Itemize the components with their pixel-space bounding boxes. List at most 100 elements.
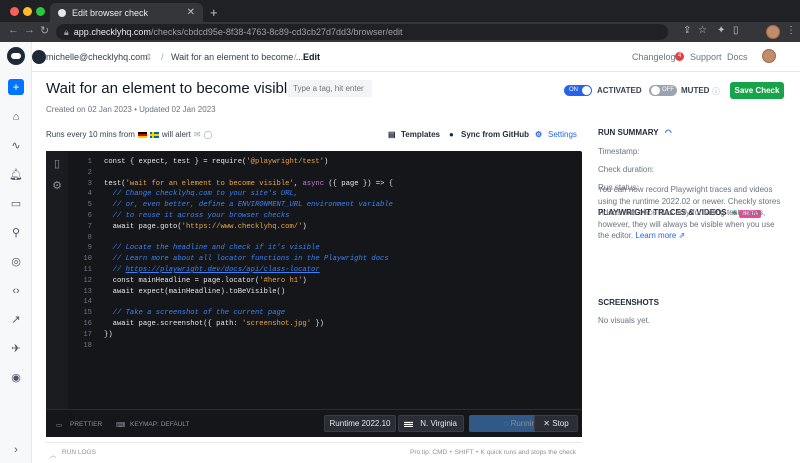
prettier-icon[interactable]: ▭ bbox=[56, 421, 62, 429]
docs-link[interactable]: Docs bbox=[727, 52, 748, 62]
run-schedule[interactable]: Runs every 10 mins from will alert ✉ ◯ bbox=[46, 130, 212, 139]
code-line[interactable]: 17}) bbox=[68, 330, 582, 341]
line-number: 10 bbox=[83, 255, 92, 264]
sync-github-button[interactable]: Sync from GitHub bbox=[461, 130, 529, 139]
code-line[interactable]: 9 // Locate the headline and check if it… bbox=[68, 243, 582, 254]
bell-icon[interactable]: 🔔︎ bbox=[8, 167, 24, 183]
settings-gear-icon[interactable]: ⚙ bbox=[535, 130, 542, 139]
code-token: '#hero h1' bbox=[259, 276, 303, 285]
extensions-icon[interactable]: ✦ bbox=[717, 25, 725, 36]
code-line[interactable]: 12 const mainHeadline = page.locator('#h… bbox=[68, 276, 582, 287]
rocket-icon[interactable]: ✈ bbox=[8, 341, 24, 357]
file-icon[interactable]: ▯ bbox=[51, 157, 63, 170]
bookmark-star-icon[interactable]: ☆ bbox=[698, 25, 707, 36]
maximize-window-dot[interactable] bbox=[36, 7, 45, 16]
changelog-link[interactable]: Changelog bbox=[632, 52, 676, 62]
code-line[interactable]: 7 await page.goto('https://www.checklyhq… bbox=[68, 222, 582, 233]
home-icon[interactable]: ⌂ bbox=[8, 109, 24, 125]
location-select[interactable]: N. Virginia bbox=[398, 415, 464, 432]
duration-label: Check duration: bbox=[598, 165, 655, 174]
line-number: 4 bbox=[87, 190, 92, 199]
code-line[interactable]: 5 // or, even better, define a ENVIRONME… bbox=[68, 200, 582, 211]
code-line[interactable]: 3 test('wait for an element to become vis… bbox=[68, 179, 582, 190]
account-switch-chevron-icon[interactable]: ⇕ bbox=[145, 52, 153, 63]
code-line[interactable]: 8 bbox=[68, 233, 582, 244]
run-logs-label[interactable]: RUN LOGS bbox=[62, 449, 96, 456]
forward-icon[interactable]: → bbox=[24, 24, 35, 36]
pro-tip: Pro tip: CMD + SHIFT + K quick runs and … bbox=[410, 449, 577, 456]
code-line[interactable]: 14 bbox=[68, 297, 582, 308]
expand-sidebar-icon[interactable]: › bbox=[8, 442, 24, 458]
browser-tab-strip: Edit browser check ✕ + bbox=[0, 0, 800, 22]
browser-tab[interactable]: Edit browser check ✕ bbox=[50, 3, 203, 22]
map-pin-icon[interactable]: ◉ bbox=[8, 370, 24, 386]
code-token: ) bbox=[302, 276, 307, 285]
code-line[interactable]: 10 // Learn more about all locator funct… bbox=[68, 254, 582, 265]
sidebar-toggle-icon[interactable]: ▯ bbox=[733, 25, 739, 36]
code-line[interactable]: 2 bbox=[68, 168, 582, 179]
dependencies-icon[interactable]: ⚙ bbox=[51, 179, 63, 192]
runtime-button[interactable]: Runtime 2022.10 bbox=[324, 415, 396, 432]
activated-toggle-text: ON bbox=[569, 87, 578, 93]
muted-toggle[interactable]: OFF bbox=[649, 85, 677, 96]
close-tab-icon[interactable]: ✕ bbox=[187, 7, 195, 18]
keymap-button[interactable]: KEYMAP: DEFAULT bbox=[130, 421, 189, 428]
code-line[interactable]: 1 const { expect, test } = require('@play… bbox=[68, 157, 582, 168]
reload-icon[interactable]: ↻ bbox=[40, 24, 49, 37]
code-editor[interactable]: ▯ ⚙ 1 const { expect, test } = require('@… bbox=[46, 151, 582, 437]
share-icon[interactable]: ⇪ bbox=[683, 25, 691, 36]
activity-icon[interactable]: ∿ bbox=[8, 138, 24, 154]
line-number: 11 bbox=[83, 265, 92, 274]
chart-icon[interactable]: ↗ bbox=[8, 312, 24, 328]
code-line[interactable]: 6 // to reuse it across your browser che… bbox=[68, 211, 582, 222]
keymap-icon[interactable]: ⌨ bbox=[116, 421, 125, 429]
location-pin-icon[interactable]: ⚲ bbox=[8, 225, 24, 241]
browser-menu-icon[interactable]: ⋮ bbox=[786, 25, 796, 36]
code-line[interactable]: 18 bbox=[68, 341, 582, 352]
code-line[interactable]: 15 // Take a screenshot of the current p… bbox=[68, 308, 582, 319]
code-token: }) bbox=[104, 330, 113, 339]
user-avatar[interactable] bbox=[762, 49, 776, 63]
help-icon[interactable]: ⓘ bbox=[712, 86, 720, 97]
location-label: N. Virginia bbox=[420, 419, 457, 428]
code-line[interactable]: 16 await page.screenshot({ path: 'screen… bbox=[68, 319, 582, 330]
tab-title: Edit browser check bbox=[72, 7, 149, 18]
new-tab-icon[interactable]: + bbox=[210, 5, 218, 20]
url-field[interactable]: 🔒︎ app.checklyhq.com/checks/cbdcd95e-8f3… bbox=[56, 24, 668, 40]
activated-toggle[interactable]: ON bbox=[564, 85, 592, 96]
chevron-up-icon[interactable]: ︿ bbox=[50, 449, 57, 459]
code-line[interactable]: 4 // Change checklyhq.com to your site's… bbox=[68, 189, 582, 200]
code-line[interactable]: 13 await expect(mainHeadline).toBeVisibl… bbox=[68, 287, 582, 298]
minimize-window-dot[interactable] bbox=[23, 7, 32, 16]
account-name[interactable]: michelle@checklyhq.com bbox=[46, 52, 148, 62]
tag-input[interactable] bbox=[288, 80, 372, 97]
code-line[interactable]: 11 // https://playwright.dev/docs/api/cl… bbox=[68, 265, 582, 276]
line-number: 15 bbox=[83, 309, 92, 318]
code-icon[interactable]: ‹› bbox=[8, 283, 24, 299]
globe-icon[interactable]: ◎ bbox=[8, 254, 24, 270]
create-new-button[interactable]: + bbox=[8, 79, 24, 95]
screenshots-title: SCREENSHOTS bbox=[598, 298, 659, 307]
templates-icon[interactable]: ▤ bbox=[388, 130, 396, 139]
templates-button[interactable]: Templates bbox=[401, 130, 440, 139]
support-link[interactable]: Support bbox=[690, 52, 722, 62]
check-title[interactable]: Wait for an element to become visible bbox=[46, 80, 296, 97]
stop-button[interactable]: ✕ Stop bbox=[534, 415, 578, 432]
breadcrumb-check[interactable]: Wait for an element to become ... bbox=[171, 52, 303, 62]
code-lines[interactable]: 1 const { expect, test } = require('@play… bbox=[68, 157, 582, 351]
save-check-button[interactable]: Save Check bbox=[730, 82, 784, 99]
github-icon[interactable]: ● bbox=[449, 130, 454, 139]
browser-profile-avatar[interactable] bbox=[766, 25, 780, 39]
monitor-icon[interactable]: ▭ bbox=[8, 196, 24, 212]
close-window-dot[interactable] bbox=[10, 7, 19, 16]
settings-button[interactable]: Settings bbox=[548, 130, 577, 139]
run-logs-bar[interactable]: ︿ RUN LOGS Pro tip: CMD + SHIFT + K quic… bbox=[46, 442, 582, 463]
prettier-button[interactable]: PRETTIER bbox=[70, 421, 102, 428]
code-token: ) bbox=[302, 222, 307, 231]
url-path: /checks/cbdcd95e-8f38-4763-8c89-cd3cb27d… bbox=[150, 27, 403, 37]
learn-more-link[interactable]: Learn more bbox=[635, 231, 676, 240]
back-icon[interactable]: ← bbox=[8, 24, 19, 36]
checkly-logo-icon[interactable] bbox=[7, 47, 25, 65]
